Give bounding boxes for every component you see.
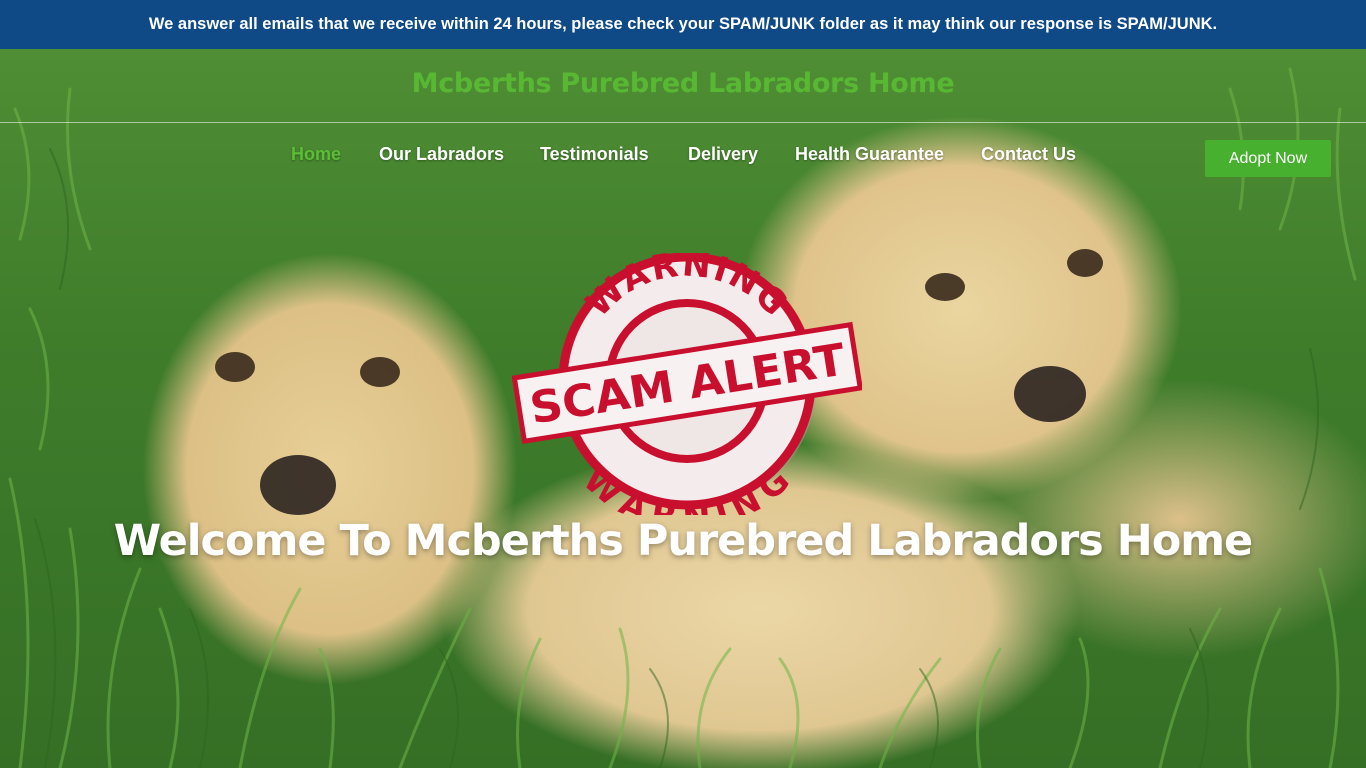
announcement-bar: We answer all emails that we receive wit… <box>0 0 1366 49</box>
site-title[interactable]: Mcberths Purebred Labradors Home <box>0 68 1366 99</box>
adopt-now-button[interactable]: Adopt Now <box>1205 140 1331 177</box>
nav-health-guarantee[interactable]: Health Guarantee <box>795 144 944 165</box>
nav-testimonials[interactable]: Testimonials <box>540 144 649 165</box>
nav-home[interactable]: Home <box>291 144 341 165</box>
left-puppy-face <box>215 352 400 515</box>
main-nav: Home Our Labradors Testimonials Delivery… <box>0 144 1366 172</box>
nav-contact-us[interactable]: Contact Us <box>981 144 1076 165</box>
scam-alert-warning-badge: WARNING WARNING SCAM ALERT <box>512 253 862 515</box>
right-puppy-face <box>925 249 1103 422</box>
nav-our-labradors[interactable]: Our Labradors <box>379 144 504 165</box>
hero-heading: Welcome To Mcberths Purebred Labradors H… <box>113 516 1253 566</box>
nav-delivery[interactable]: Delivery <box>688 144 758 165</box>
header-divider <box>0 122 1366 123</box>
announcement-text: We answer all emails that we receive wit… <box>148 15 1218 33</box>
